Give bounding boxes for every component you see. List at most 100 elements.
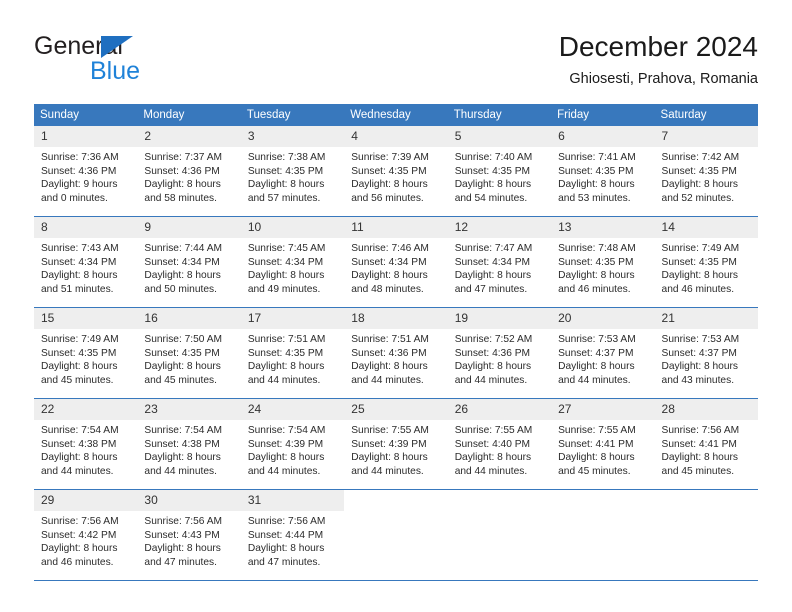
daylight-text-line1: Daylight: 8 hours xyxy=(558,452,635,464)
calendar-day-cell[interactable]: 10 Sunrise: 7:45 AM Sunset: 4:34 PM Dayligh… xyxy=(240,216,345,308)
daylight-text-line1: Daylight: 8 hours xyxy=(247,543,325,555)
day-number: 9 xyxy=(137,217,241,238)
daylight-text-line2: and 58 minutes. xyxy=(144,192,217,204)
day-details: Sunrise: 7:56 AM Sunset: 4:41 PM Daylight:… xyxy=(655,420,758,478)
day-number: 5 xyxy=(447,126,552,147)
daylight-text-line2: and 0 minutes. xyxy=(41,192,108,204)
sunrise-text: Sunrise: 7:54 AM xyxy=(41,425,119,436)
calendar-day-cell[interactable]: 14 Sunrise: 7:49 AM Sunset: 4:35 PM Dayligh… xyxy=(654,216,758,308)
calendar-week-row: 29 Sunrise: 7:56 AM Sunset: 4:42 PM Dayligh… xyxy=(34,489,758,581)
day-number: 19 xyxy=(447,308,552,329)
day-details: Sunrise: 7:53 AM Sunset: 4:37 PM Daylight:… xyxy=(551,329,654,387)
sunrise-text: Sunrise: 7:55 AM xyxy=(351,425,429,436)
calendar-day-cell[interactable]: 22 Sunrise: 7:54 AM Sunset: 4:38 PM Dayligh… xyxy=(34,398,138,490)
calendar-body: 1 Sunrise: 7:36 AM Sunset: 4:36 PM Daylight… xyxy=(34,126,758,581)
day-cell-inner: 30 Sunrise: 7:56 AM Sunset: 4:43 PM Dayligh… xyxy=(137,490,241,580)
calendar-day-cell[interactable]: 31 Sunrise: 7:56 AM Sunset: 4:44 PM Dayligh… xyxy=(240,489,345,581)
day-details: Sunrise: 7:39 AM Sunset: 4:35 PM Daylight:… xyxy=(344,147,447,205)
day-cell-inner: 28 Sunrise: 7:56 AM Sunset: 4:41 PM Dayligh… xyxy=(654,399,758,489)
daylight-text-line2: and 46 minutes. xyxy=(661,283,735,295)
day-number: 7 xyxy=(654,126,758,147)
calendar-day-cell[interactable]: 11 Sunrise: 7:46 AM Sunset: 4:34 PM Dayligh… xyxy=(344,216,448,308)
calendar-day-cell[interactable]: 21 Sunrise: 7:53 AM Sunset: 4:37 PM Dayligh… xyxy=(654,307,758,399)
calendar-day-cell[interactable]: 23 Sunrise: 7:54 AM Sunset: 4:38 PM Dayligh… xyxy=(137,398,241,490)
calendar-day-cell[interactable]: 28 Sunrise: 7:56 AM Sunset: 4:41 PM Dayligh… xyxy=(654,398,758,490)
calendar-day-cell[interactable]: 16 Sunrise: 7:50 AM Sunset: 4:35 PM Dayligh… xyxy=(137,307,241,399)
sunset-text: Sunset: 4:36 PM xyxy=(41,165,117,177)
calendar-day-cell[interactable]: 13 Sunrise: 7:48 AM Sunset: 4:35 PM Dayligh… xyxy=(551,216,655,308)
daylight-text-line2: and 44 minutes. xyxy=(454,374,528,386)
day-cell-inner: 23 Sunrise: 7:54 AM Sunset: 4:38 PM Dayligh… xyxy=(137,399,241,489)
sunrise-text: Sunrise: 7:56 AM xyxy=(144,516,223,527)
day-number: 21 xyxy=(654,308,758,329)
page-header: General Blue December 2024 Ghiosesti, Pr… xyxy=(34,30,758,92)
day-cell-inner: 16 Sunrise: 7:50 AM Sunset: 4:35 PM Dayligh… xyxy=(137,308,241,398)
sunset-text: Sunset: 4:35 PM xyxy=(454,165,531,177)
weekday-header-sunday: Sunday xyxy=(34,104,138,126)
day-number: 12 xyxy=(447,217,552,238)
sunrise-text: Sunrise: 7:52 AM xyxy=(454,334,533,345)
calendar-day-cell[interactable]: 25 Sunrise: 7:55 AM Sunset: 4:39 PM Dayligh… xyxy=(344,398,448,490)
day-cell-inner: 6 Sunrise: 7:41 AM Sunset: 4:35 PM Daylight… xyxy=(551,126,655,216)
daylight-text-line1: Daylight: 8 hours xyxy=(247,270,325,282)
calendar-week-row: 8 Sunrise: 7:43 AM Sunset: 4:34 PM Daylight… xyxy=(34,216,758,308)
daylight-text-line1: Daylight: 8 hours xyxy=(41,452,118,464)
daylight-text-line2: and 47 minutes. xyxy=(454,283,528,295)
calendar-day-cell[interactable]: 30 Sunrise: 7:56 AM Sunset: 4:43 PM Dayligh… xyxy=(137,489,241,581)
calendar-day-cell[interactable]: 20 Sunrise: 7:53 AM Sunset: 4:37 PM Dayligh… xyxy=(551,307,655,399)
daylight-text-line1: Daylight: 8 hours xyxy=(454,452,532,464)
daylight-text-line2: and 50 minutes. xyxy=(144,283,217,295)
calendar-day-cell[interactable]: 27 Sunrise: 7:55 AM Sunset: 4:41 PM Dayligh… xyxy=(551,398,655,490)
calendar-day-cell[interactable]: 12 Sunrise: 7:47 AM Sunset: 4:34 PM Dayligh… xyxy=(447,216,552,308)
sunrise-text: Sunrise: 7:56 AM xyxy=(41,516,119,527)
daylight-text-line1: Daylight: 8 hours xyxy=(351,452,428,464)
calendar-day-cell[interactable]: 7 Sunrise: 7:42 AM Sunset: 4:35 PM Daylight… xyxy=(654,126,758,217)
day-number: 8 xyxy=(34,217,138,238)
day-details: Sunrise: 7:54 AM Sunset: 4:39 PM Daylight:… xyxy=(241,420,344,478)
day-number: 30 xyxy=(137,490,241,511)
daylight-text-line1: Daylight: 8 hours xyxy=(454,270,532,282)
calendar-day-cell[interactable]: 24 Sunrise: 7:54 AM Sunset: 4:39 PM Dayligh… xyxy=(240,398,345,490)
sunset-text: Sunset: 4:36 PM xyxy=(351,347,427,359)
daylight-text-line2: and 44 minutes. xyxy=(41,465,114,477)
day-details: Sunrise: 7:49 AM Sunset: 4:35 PM Daylight:… xyxy=(34,329,137,387)
calendar-day-cell[interactable]: 17 Sunrise: 7:51 AM Sunset: 4:35 PM Dayligh… xyxy=(240,307,345,399)
calendar-day-cell[interactable]: 29 Sunrise: 7:56 AM Sunset: 4:42 PM Dayligh… xyxy=(34,489,138,581)
day-cell-inner: 3 Sunrise: 7:38 AM Sunset: 4:35 PM Daylight… xyxy=(240,126,345,216)
day-details: Sunrise: 7:55 AM Sunset: 4:39 PM Daylight:… xyxy=(344,420,447,478)
calendar-day-cell[interactable]: 15 Sunrise: 7:49 AM Sunset: 4:35 PM Dayligh… xyxy=(34,307,138,399)
calendar-day-cell[interactable]: 1 Sunrise: 7:36 AM Sunset: 4:36 PM Daylight… xyxy=(34,126,138,217)
day-details: Sunrise: 7:42 AM Sunset: 4:35 PM Daylight:… xyxy=(655,147,758,205)
day-number: 2 xyxy=(137,126,241,147)
daylight-text-line1: Daylight: 8 hours xyxy=(41,361,118,373)
daylight-text-line2: and 57 minutes. xyxy=(247,192,321,204)
sunrise-text: Sunrise: 7:55 AM xyxy=(454,425,533,436)
sunset-text: Sunset: 4:37 PM xyxy=(661,347,737,359)
calendar-cell-empty xyxy=(447,489,552,581)
calendar-day-cell[interactable]: 6 Sunrise: 7:41 AM Sunset: 4:35 PM Daylight… xyxy=(551,126,655,217)
calendar-day-cell[interactable]: 5 Sunrise: 7:40 AM Sunset: 4:35 PM Daylight… xyxy=(447,126,552,217)
daylight-text-line2: and 46 minutes. xyxy=(41,556,114,568)
day-number: 6 xyxy=(551,126,655,147)
daylight-text-line1: Daylight: 8 hours xyxy=(41,543,118,555)
calendar-day-cell[interactable]: 19 Sunrise: 7:52 AM Sunset: 4:36 PM Dayligh… xyxy=(447,307,552,399)
daylight-text-line2: and 45 minutes. xyxy=(558,465,631,477)
calendar-day-cell[interactable]: 18 Sunrise: 7:51 AM Sunset: 4:36 PM Dayligh… xyxy=(344,307,448,399)
daylight-text-line2: and 44 minutes. xyxy=(247,374,321,386)
day-cell-inner: 8 Sunrise: 7:43 AM Sunset: 4:34 PM Daylight… xyxy=(34,217,138,307)
calendar-day-cell[interactable]: 8 Sunrise: 7:43 AM Sunset: 4:34 PM Daylight… xyxy=(34,216,138,308)
day-cell-inner: 27 Sunrise: 7:55 AM Sunset: 4:41 PM Dayligh… xyxy=(551,399,655,489)
day-cell-inner: 31 Sunrise: 7:56 AM Sunset: 4:44 PM Dayligh… xyxy=(240,490,345,580)
day-cell-inner: 9 Sunrise: 7:44 AM Sunset: 4:34 PM Daylight… xyxy=(137,217,241,307)
day-cell-inner: 11 Sunrise: 7:46 AM Sunset: 4:34 PM Dayligh… xyxy=(344,217,448,307)
daylight-text-line2: and 44 minutes. xyxy=(351,465,424,477)
general-blue-logo: General Blue xyxy=(34,32,224,90)
daylight-text-line1: Daylight: 8 hours xyxy=(144,179,221,191)
calendar-day-cell[interactable]: 9 Sunrise: 7:44 AM Sunset: 4:34 PM Daylight… xyxy=(137,216,241,308)
sunrise-text: Sunrise: 7:36 AM xyxy=(41,152,119,163)
day-cell-inner xyxy=(655,490,758,580)
calendar-day-cell[interactable]: 2 Sunrise: 7:37 AM Sunset: 4:36 PM Daylight… xyxy=(137,126,241,217)
calendar-day-cell[interactable]: 3 Sunrise: 7:38 AM Sunset: 4:35 PM Daylight… xyxy=(240,126,345,217)
calendar-day-cell[interactable]: 26 Sunrise: 7:55 AM Sunset: 4:40 PM Dayligh… xyxy=(447,398,552,490)
calendar-day-cell[interactable]: 4 Sunrise: 7:39 AM Sunset: 4:35 PM Daylight… xyxy=(344,126,448,217)
